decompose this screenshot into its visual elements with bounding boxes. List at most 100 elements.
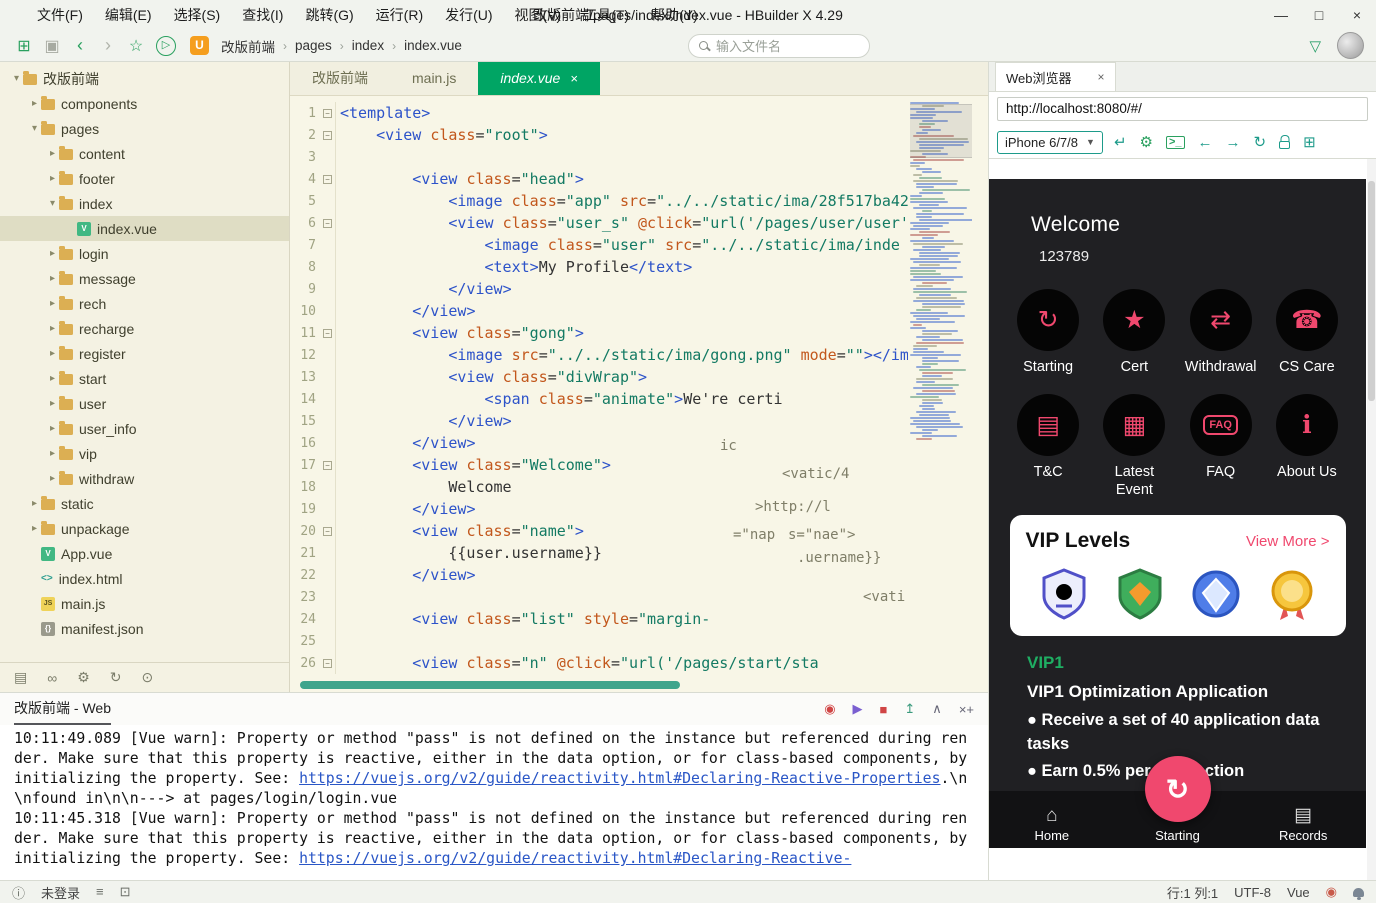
code-line[interactable]: 12 <image src="../../static/ima/gong.png…: [290, 344, 908, 366]
menu-item[interactable]: 文件(F): [26, 0, 94, 30]
alert-icon[interactable]: ◉: [1326, 884, 1337, 900]
code-line[interactable]: 20− <view class="name">: [290, 520, 908, 542]
jump-icon[interactable]: ⊡: [120, 884, 131, 900]
tree-item-start[interactable]: ▸start: [0, 366, 289, 391]
refresh-icon[interactable]: ↻: [1254, 133, 1267, 151]
minimap[interactable]: [910, 102, 972, 658]
device-select[interactable]: iPhone 6/7/8 ▼: [997, 131, 1103, 154]
panels-icon[interactable]: ⊞: [10, 36, 38, 56]
tree-item-rech[interactable]: ▸rech: [0, 291, 289, 316]
code-line[interactable]: 11− <view class="gong">: [290, 322, 908, 344]
code-line[interactable]: 21 {{user.username}}: [290, 542, 908, 564]
menu-item[interactable]: 选择(S): [163, 0, 232, 30]
editor-tab[interactable]: main.js: [390, 62, 478, 95]
url-input[interactable]: http://localhost:8080/#/: [997, 97, 1368, 121]
menu-item[interactable]: 跳转(G): [294, 0, 364, 30]
stop-icon[interactable]: ■: [880, 702, 888, 717]
code-area[interactable]: 1−<template>2− <view class="root">3 4− <…: [290, 96, 908, 678]
close-icon[interactable]: ×: [570, 62, 578, 95]
return-icon[interactable]: ↵: [1114, 133, 1127, 151]
menu-item[interactable]: 发行(U): [434, 0, 503, 30]
grid-item-t-c[interactable]: ▤T&C: [1017, 394, 1079, 499]
language-mode[interactable]: Vue: [1287, 885, 1310, 900]
review-icon[interactable]: ∞: [47, 670, 57, 686]
fold-icon[interactable]: −: [323, 175, 332, 184]
terminal-icon[interactable]: >_: [1166, 136, 1185, 149]
menu-item[interactable]: 查找(I): [231, 0, 294, 30]
arrow-right-icon[interactable]: →: [1226, 134, 1241, 151]
nav-item-starting[interactable]: Starting: [1115, 825, 1241, 843]
editor-tab[interactable]: 改版前端: [290, 62, 390, 95]
tree-item-index.html[interactable]: <>index.html: [0, 566, 289, 591]
breadcrumb-item[interactable]: index.vue: [402, 38, 464, 53]
encoding[interactable]: UTF-8: [1234, 885, 1271, 900]
tree-item-user_info[interactable]: ▸user_info: [0, 416, 289, 441]
breadcrumb-item[interactable]: 改版前端: [219, 36, 277, 56]
starting-fab-button[interactable]: ↻: [1145, 756, 1211, 822]
login-status[interactable]: 未登录: [41, 883, 80, 902]
tree-item-static[interactable]: ▸static: [0, 491, 289, 516]
collapse-icon[interactable]: ∧: [932, 701, 942, 717]
save-icon[interactable]: ▣: [38, 36, 66, 56]
code-line[interactable]: 22 </view>: [290, 564, 908, 586]
code-line[interactable]: 5 <image class="app" src="../../static/i…: [290, 190, 908, 212]
fold-icon[interactable]: −: [323, 461, 332, 470]
cursor-position[interactable]: 行:1 列:1: [1167, 883, 1218, 902]
export-icon[interactable]: ↥: [904, 701, 915, 717]
grid-item-faq[interactable]: FAQFAQ: [1190, 394, 1252, 499]
code-line[interactable]: 16 </view>: [290, 432, 908, 454]
fold-icon[interactable]: −: [323, 527, 332, 536]
code-line[interactable]: 3: [290, 146, 908, 168]
code-line[interactable]: 26− <view class="n" @click="url('/pages/…: [290, 652, 908, 674]
view-more-link[interactable]: View More >: [1246, 533, 1330, 550]
grid-item-starting[interactable]: ↻Starting: [1017, 289, 1079, 376]
tree-item-manifest.json[interactable]: {}manifest.json: [0, 616, 289, 641]
menu-item[interactable]: 编辑(E): [94, 0, 163, 30]
tree-item-vip[interactable]: ▸vip: [0, 441, 289, 466]
preview-scrollbar[interactable]: [1367, 159, 1376, 880]
nav-item-records[interactable]: ▤Records: [1240, 806, 1366, 843]
tree-item-components[interactable]: ▸components: [0, 91, 289, 116]
tree-item-login[interactable]: ▸login: [0, 241, 289, 266]
nav-item-home[interactable]: ⌂Home: [989, 806, 1115, 843]
code-line[interactable]: 14 <span class="animate">We're certi: [290, 388, 908, 410]
fold-icon[interactable]: −: [323, 329, 332, 338]
tree-item-register[interactable]: ▸register: [0, 341, 289, 366]
code-line[interactable]: 19 </view>: [290, 498, 908, 520]
purple-shield-badge[interactable]: [1036, 566, 1092, 622]
star-icon[interactable]: ☆: [122, 36, 150, 56]
tree-item-message[interactable]: ▸message: [0, 266, 289, 291]
files-icon[interactable]: ▤: [14, 669, 27, 686]
code-line[interactable]: 18 Welcome: [290, 476, 908, 498]
preview-scrollbar-thumb[interactable]: [1368, 181, 1375, 401]
gear-icon[interactable]: ⚙: [1140, 133, 1153, 151]
console-link[interactable]: https://vuejs.org/v2/guide/reactivity.ht…: [299, 850, 851, 867]
menu-item[interactable]: 运行(R): [365, 0, 434, 30]
tree-item-index[interactable]: ▾index: [0, 191, 289, 216]
tree-item-index.vue[interactable]: Vindex.vue: [0, 216, 289, 241]
tree-item-[interactable]: ▾改版前端: [0, 66, 289, 91]
tree-item-recharge[interactable]: ▸recharge: [0, 316, 289, 341]
minimap-viewport[interactable]: [910, 104, 972, 158]
code-line[interactable]: 24 <view class="list" style="margin-: [290, 608, 908, 630]
grid-item-about-us[interactable]: ℹAbout Us: [1276, 394, 1338, 499]
code-line[interactable]: 8 <text>My Profile</text>: [290, 256, 908, 278]
outline-icon[interactable]: ≡: [96, 884, 104, 900]
grid-item-latest-event[interactable]: ▦Latest Event: [1098, 394, 1170, 499]
sync-icon[interactable]: ↻: [110, 669, 122, 686]
forward-icon[interactable]: ›: [94, 35, 122, 56]
horizontal-scrollbar[interactable]: [300, 681, 680, 689]
lock-icon[interactable]: [1279, 141, 1290, 149]
debug-icon[interactable]: ◉: [824, 701, 835, 717]
breadcrumb-item[interactable]: pages: [293, 38, 334, 53]
minimize-icon[interactable]: —: [1262, 0, 1300, 30]
record-icon[interactable]: ⊙: [142, 669, 154, 686]
code-line[interactable]: 9 </view>: [290, 278, 908, 300]
browser-tab[interactable]: Web浏览器 ×: [995, 62, 1116, 91]
funnel-icon[interactable]: ▽: [1309, 37, 1321, 55]
code-line[interactable]: 10 </view>: [290, 300, 908, 322]
code-line[interactable]: 1−<template>: [290, 102, 908, 124]
restart-icon[interactable]: ▶: [853, 701, 863, 717]
tree-item-main.js[interactable]: JSmain.js: [0, 591, 289, 616]
code-line[interactable]: 23: [290, 586, 908, 608]
